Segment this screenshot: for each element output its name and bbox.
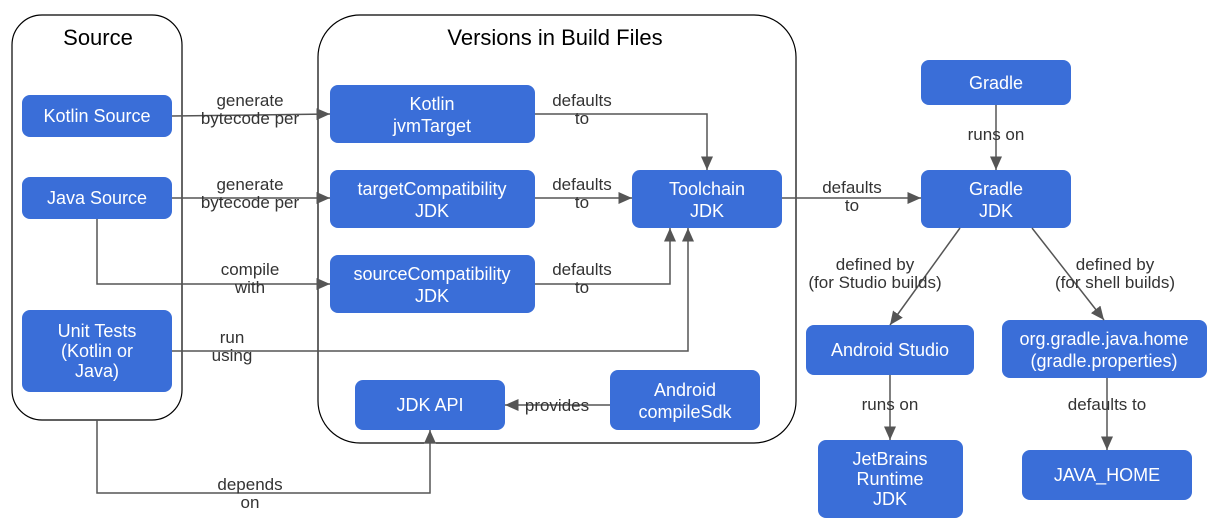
label-compile-sdk-2: compileSdk xyxy=(638,402,732,422)
label-source-compat-2: JDK xyxy=(415,286,449,306)
label-target-compat-2: JDK xyxy=(415,201,449,221)
label-jdk-api: JDK API xyxy=(396,395,463,415)
label-toolchain-1: Toolchain xyxy=(669,179,745,199)
edge-defaults1-2: to xyxy=(575,109,589,128)
edge-gen-bytecode2-1: generate xyxy=(216,175,283,194)
label-jetbrains-1: JetBrains xyxy=(852,449,927,469)
edge-runson2: runs on xyxy=(862,395,919,414)
edge-depends-1: depends xyxy=(217,475,282,494)
label-kotlin-jvmtarget-1: Kotlin xyxy=(409,94,454,114)
edge-provides: provides xyxy=(525,396,589,415)
label-java-home: JAVA_HOME xyxy=(1054,465,1160,486)
label-unit-tests-2: (Kotlin or xyxy=(61,341,133,361)
edge-defaults4-1: defaults xyxy=(822,178,882,197)
edge-runson1: runs on xyxy=(968,125,1025,144)
edge-defaults1-1: defaults xyxy=(552,91,612,110)
group-versions-title: Versions in Build Files xyxy=(447,25,662,50)
edge-gen-bytecode2-2: bytecode per xyxy=(201,193,300,212)
edge-defaults5: defaults to xyxy=(1068,395,1146,414)
label-unit-tests-1: Unit Tests xyxy=(58,321,137,341)
edge-defined-studio-1: defined by xyxy=(836,255,915,274)
edge-gen-bytecode1-1: generate xyxy=(216,91,283,110)
edge-compile-with-2: with xyxy=(234,278,265,297)
label-kotlin-source: Kotlin Source xyxy=(43,106,150,126)
edge-defaults3-2: to xyxy=(575,278,589,297)
edge-run-using-1: run xyxy=(220,328,245,347)
label-target-compat-1: targetCompatibility xyxy=(357,179,506,199)
diagram-canvas: Source Kotlin Source Java Source Unit Te… xyxy=(0,0,1217,525)
label-toolchain-2: JDK xyxy=(690,201,724,221)
label-kotlin-jvmtarget-2: jvmTarget xyxy=(392,116,471,136)
edge-defaults2-2: to xyxy=(575,193,589,212)
label-jetbrains-2: Runtime xyxy=(856,469,923,489)
group-source-title: Source xyxy=(63,25,133,50)
label-jetbrains-3: JDK xyxy=(873,489,907,509)
label-compile-sdk-1: Android xyxy=(654,380,716,400)
edge-defined-studio-2: (for Studio builds) xyxy=(808,273,941,292)
label-source-compat-1: sourceCompatibility xyxy=(353,264,510,284)
label-android-studio: Android Studio xyxy=(831,340,949,360)
label-orggradle-2: (gradle.properties) xyxy=(1030,351,1177,371)
arrow-jvmtarget-to-toolchain xyxy=(535,114,707,170)
edge-depends-2: on xyxy=(241,493,260,512)
edge-compile-with-1: compile xyxy=(221,260,280,279)
label-gradle-jdk-2: JDK xyxy=(979,201,1013,221)
edge-defaults4-2: to xyxy=(845,196,859,215)
edge-defined-shell-1: defined by xyxy=(1076,255,1155,274)
edge-gen-bytecode1-2: bytecode per xyxy=(201,109,300,128)
label-unit-tests-3: Java) xyxy=(75,361,119,381)
arrow-java-to-sourcecompat xyxy=(97,219,330,284)
label-java-source: Java Source xyxy=(47,188,147,208)
label-orggradle-1: org.gradle.java.home xyxy=(1019,329,1188,349)
edge-run-using-2: using xyxy=(212,346,253,365)
label-gradle-jdk-1: Gradle xyxy=(969,179,1023,199)
edge-defaults2-1: defaults xyxy=(552,175,612,194)
edge-defaults3-1: defaults xyxy=(552,260,612,279)
label-gradle: Gradle xyxy=(969,73,1023,93)
edge-defined-shell-2: (for shell builds) xyxy=(1055,273,1175,292)
